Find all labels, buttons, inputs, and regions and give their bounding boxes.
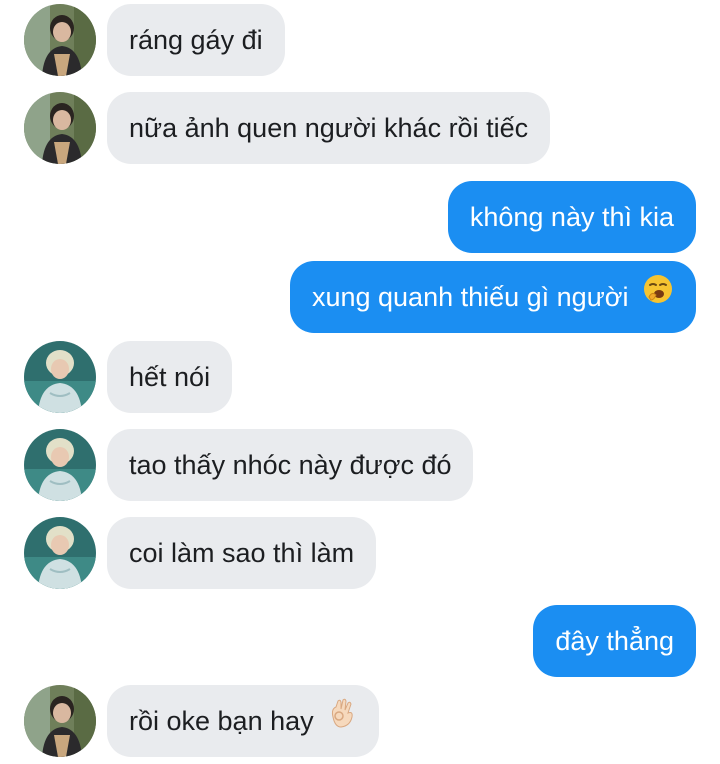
message-bubble[interactable]: xung quanh thiếu gì người <box>289 260 696 333</box>
message-bubble[interactable]: nữa ảnh quen người khác rồi tiếc <box>107 92 551 164</box>
message-text: nữa ảnh quen người khác rồi tiếc <box>129 113 529 143</box>
message-text: xung quanh thiếu gì người <box>311 282 629 312</box>
message-row: ráng gáy đi <box>0 4 720 76</box>
message-row: nữa ảnh quen người khác rồi tiếc <box>0 92 720 164</box>
message-bubble[interactable]: tao thấy nhóc này được đó <box>107 429 474 501</box>
avatar-contact-a[interactable] <box>24 685 96 757</box>
message-bubble[interactable]: đây thẳng <box>533 605 696 677</box>
message-text: tao thấy nhóc này được đó <box>129 450 452 480</box>
message-row: không này thì kia <box>0 181 720 253</box>
avatar-contact-a[interactable] <box>24 4 96 76</box>
message-row: coi làm sao thì làm <box>0 517 720 589</box>
message-bubble[interactable]: coi làm sao thì làm <box>107 517 377 589</box>
message-text: không này thì kia <box>469 202 674 232</box>
message-row: xung quanh thiếu gì người <box>0 261 720 333</box>
message-text: coi làm sao thì làm <box>129 538 355 568</box>
yawning-face-emoji-icon <box>642 260 674 332</box>
avatar-contact-b[interactable] <box>24 429 96 501</box>
message-bubble[interactable]: ráng gáy đi <box>107 4 285 76</box>
message-text: đây thẳng <box>555 626 674 656</box>
message-row: hết nói <box>0 341 720 413</box>
message-row: đây thẳng <box>0 605 720 677</box>
message-row: tao thấy nhóc này được đó <box>0 429 720 501</box>
ok-hand-emoji-icon <box>327 684 357 756</box>
message-list: ráng gáy đi nữa ảnh quen người khác rồi … <box>0 0 720 764</box>
avatar-contact-b[interactable] <box>24 517 96 589</box>
message-text: hết nói <box>129 362 211 392</box>
avatar-contact-b[interactable] <box>24 341 96 413</box>
avatar-contact-a[interactable] <box>24 92 96 164</box>
message-text: ráng gáy đi <box>129 25 263 55</box>
message-row: rồi oke bạn hay <box>0 685 720 757</box>
message-bubble[interactable]: rồi oke bạn hay <box>107 684 380 757</box>
message-bubble[interactable]: không này thì kia <box>447 181 696 253</box>
message-text: rồi oke bạn hay <box>129 706 314 736</box>
message-bubble[interactable]: hết nói <box>107 341 233 413</box>
